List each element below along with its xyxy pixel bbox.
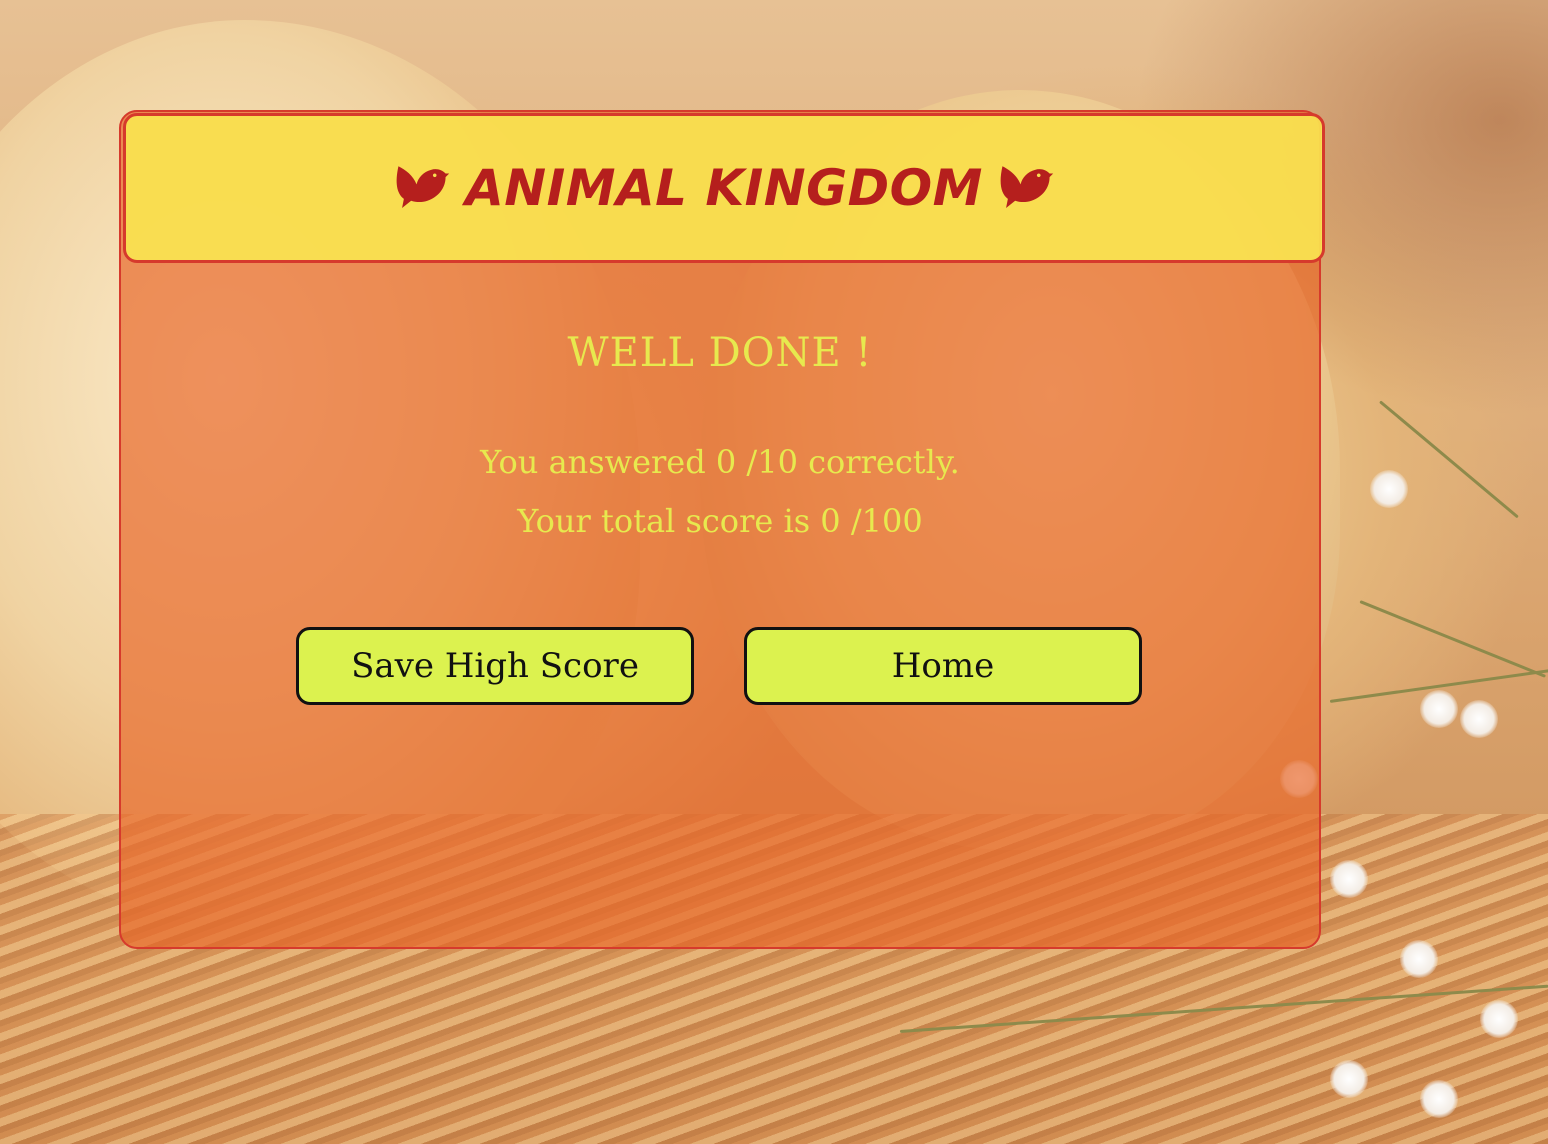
answered-count-text: You answered 0 /10 correctly. bbox=[480, 443, 960, 481]
gypsophila-flower bbox=[1480, 1000, 1518, 1038]
gypsophila-flower bbox=[1330, 1060, 1368, 1098]
dove-icon bbox=[997, 160, 1055, 216]
gypsophila-flower bbox=[1370, 470, 1408, 508]
gypsophila-flower bbox=[1330, 860, 1368, 898]
gypsophila-flower bbox=[1420, 1080, 1458, 1118]
dove-icon bbox=[393, 160, 451, 216]
total-score-text: Your total score is 0 /100 bbox=[517, 502, 923, 540]
app-header: ANIMAL KINGDOM bbox=[123, 113, 1325, 263]
save-high-score-button[interactable]: Save High Score bbox=[296, 627, 694, 705]
gypsophila-flower bbox=[1460, 700, 1498, 738]
app-title: ANIMAL KINGDOM bbox=[393, 159, 1055, 217]
result-heading: WELL DONE ! bbox=[567, 330, 873, 376]
home-button[interactable]: Home bbox=[744, 627, 1142, 705]
flower-stem bbox=[1359, 600, 1546, 678]
app-title-text: ANIMAL KINGDOM bbox=[465, 159, 983, 217]
gypsophila-flower bbox=[1400, 940, 1438, 978]
gypsophila-flower bbox=[1420, 690, 1458, 728]
